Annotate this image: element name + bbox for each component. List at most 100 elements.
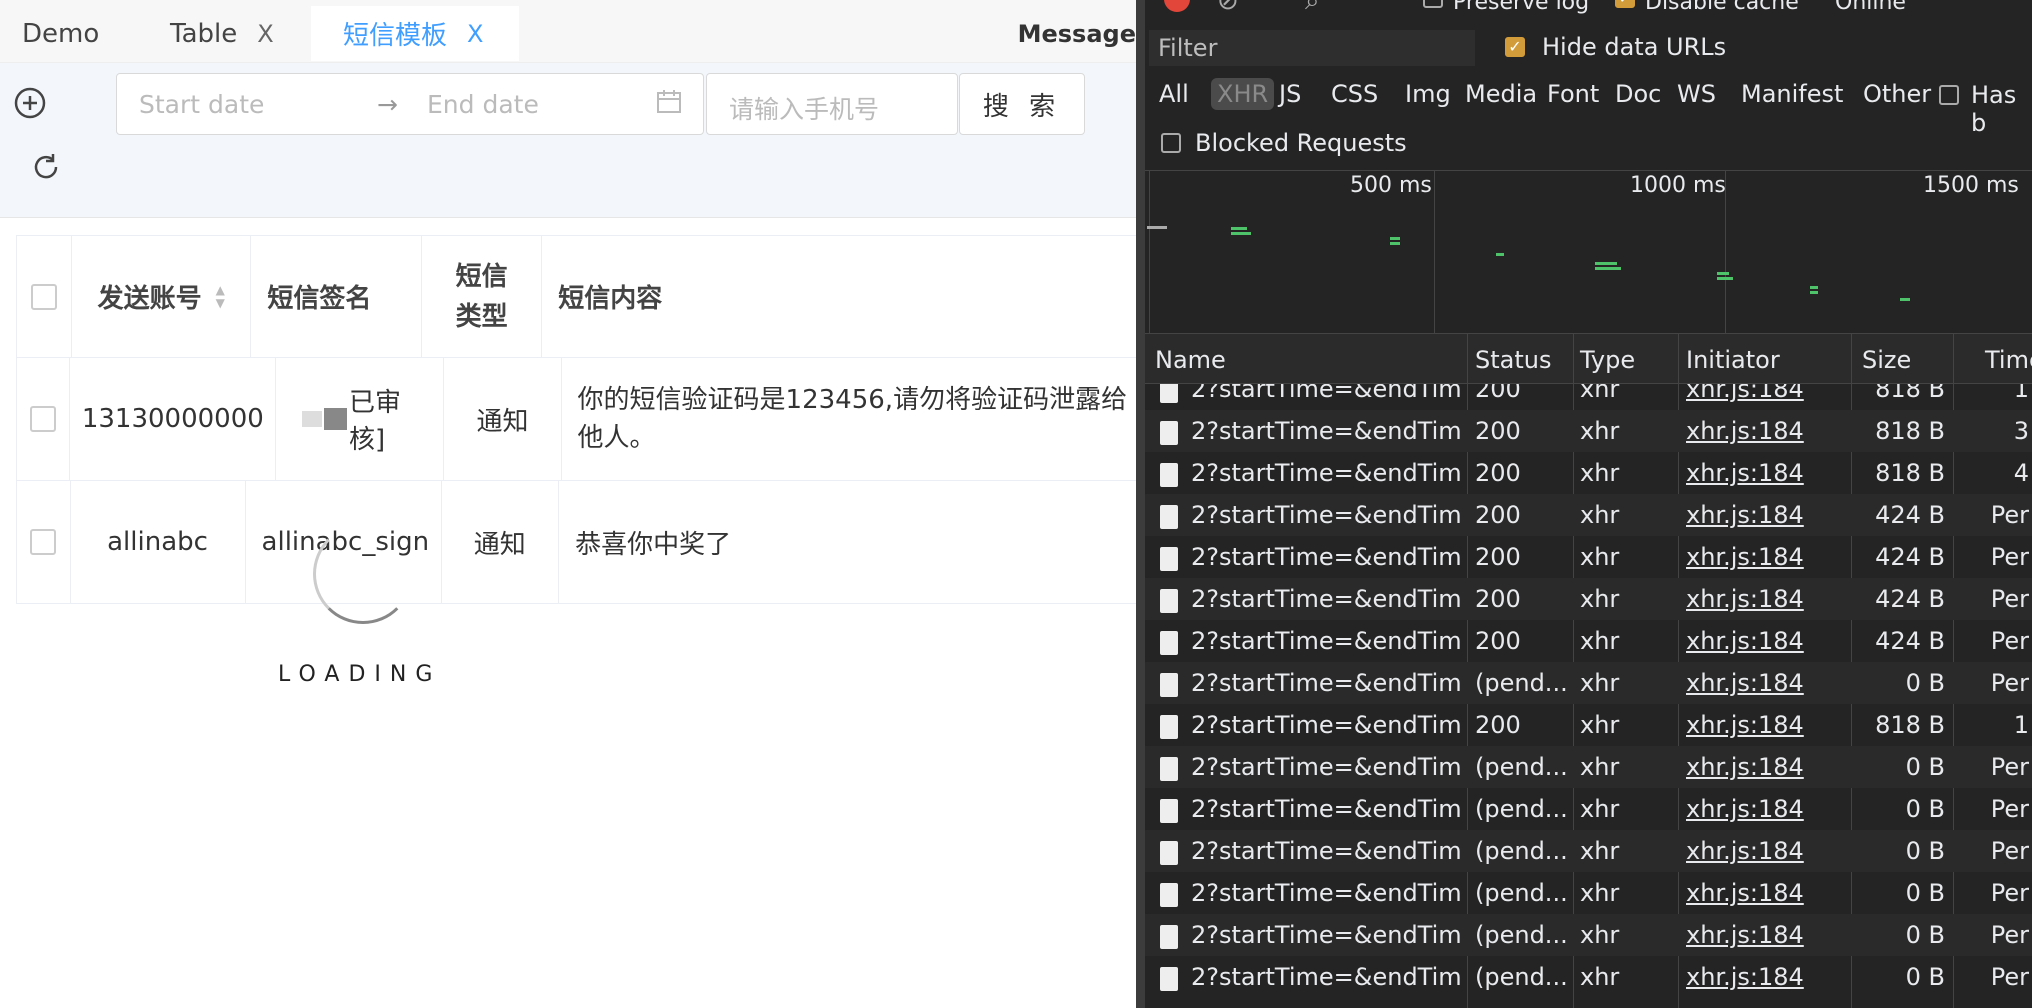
select-all-checkbox[interactable] — [31, 283, 58, 310]
file-icon — [1160, 967, 1178, 991]
header-account[interactable]: 发送账号 ▲ ▼ — [72, 236, 252, 357]
request-initiator-link[interactable]: xhr.js:184 — [1686, 921, 1846, 949]
col-time[interactable]: Time — [1985, 346, 2032, 374]
account-cell: allinabc — [71, 481, 246, 603]
table-header-row: 发送账号 ▲ ▼ 短信签名 短信类型 短信内容 — [17, 236, 1136, 358]
phone-input[interactable]: 请输入手机号 — [706, 73, 958, 135]
type-filter-font[interactable]: Font — [1547, 80, 1599, 108]
disable-cache-checkbox[interactable]: ✓ — [1615, 0, 1635, 8]
request-row[interactable]: 2?startTime=&endTim... 200 xhr xhr.js:184 42… — [1145, 620, 2032, 662]
timeline-tick: 1500 ms — [1923, 173, 2019, 198]
filter-input[interactable]: Filter — [1149, 30, 1475, 66]
app-pane: Demo Table X 短信模板 X Message Start date →… — [0, 0, 1136, 1008]
request-row[interactable]: 2?startTime=&endTim... 200 xhr xhr.js:184 81… — [1145, 384, 2032, 410]
request-initiator-link[interactable]: xhr.js:184 — [1686, 459, 1846, 487]
table-row[interactable]: allinabc allinabc_sign 通知 恭喜你中奖了 — [17, 481, 1136, 604]
request-row[interactable]: 2?startTime=&endTim... (pend... xhr xhr.js:… — [1145, 788, 2032, 830]
row-checkbox[interactable] — [30, 529, 57, 555]
add-circle-icon[interactable] — [12, 85, 48, 121]
request-initiator-link[interactable]: xhr.js:184 — [1686, 585, 1846, 613]
message-link[interactable]: Message — [1018, 20, 1136, 48]
record-icon[interactable] — [1164, 0, 1190, 12]
close-icon[interactable]: X — [257, 20, 273, 48]
tab-label: Demo — [22, 18, 100, 49]
request-row[interactable]: 2?startTime=&endTim... 200 xhr xhr.js:184 81… — [1145, 704, 2032, 746]
blocked-requests-checkbox[interactable] — [1161, 133, 1181, 153]
refresh-icon[interactable] — [28, 149, 64, 185]
request-type: xhr — [1580, 384, 1620, 403]
request-row[interactable]: 2?startTime=&endTim... 200 xhr xhr.js:184 42… — [1145, 578, 2032, 620]
type-filter-img[interactable]: Img — [1405, 80, 1451, 108]
request-time: 3 — [2013, 417, 2029, 445]
request-initiator-link[interactable]: xhr.js:184 — [1686, 627, 1846, 655]
request-row[interactable]: 2?startTime=&endTim... (pend... xhr xhr.js:… — [1145, 746, 2032, 788]
col-size[interactable]: Size — [1862, 346, 1911, 374]
waterfall-bar — [1390, 242, 1400, 245]
request-size: 424 B — [1875, 501, 1945, 529]
devtools-toolbar: ⊘ ⌕ Preserve log ✓ Disable cache Online — [1145, 0, 2032, 22]
has-blocked-cookies-checkbox[interactable] — [1939, 85, 1959, 105]
request-table-header: Name Status Type Initiator Size Time — [1145, 334, 2032, 384]
request-initiator-link[interactable]: xhr.js:184 — [1686, 417, 1846, 445]
tab-demo[interactable]: Demo — [22, 6, 99, 61]
request-time: Per — [1990, 921, 2029, 949]
hide-data-urls-checkbox[interactable]: ✓ — [1505, 37, 1525, 57]
request-row[interactable]: 2?startTime=&endTim... 200 xhr xhr.js:184 42… — [1145, 494, 2032, 536]
type-filter-doc[interactable]: Doc — [1615, 80, 1661, 108]
col-initiator[interactable]: Initiator — [1686, 346, 1780, 374]
col-status[interactable]: Status — [1475, 346, 1551, 374]
request-row[interactable]: 2?startTime=&endTim... 200 xhr xhr.js:184 81… — [1145, 452, 2032, 494]
request-initiator-link[interactable]: xhr.js:184 — [1686, 501, 1846, 529]
type-filter-ws[interactable]: WS — [1677, 80, 1716, 108]
type-filter-js[interactable]: JS — [1279, 80, 1301, 108]
search-icon[interactable]: ⌕ — [1305, 0, 1320, 17]
type-filter-all[interactable]: All — [1159, 80, 1189, 108]
tab-table[interactable]: Table X — [138, 6, 302, 61]
request-initiator-link[interactable]: xhr.js:184 — [1686, 384, 1846, 403]
type-filter-manifest[interactable]: Manifest — [1741, 80, 1843, 108]
request-row[interactable]: 2?startTime=&endTim... 200 xhr xhr.js:184 42… — [1145, 536, 2032, 578]
search-button[interactable]: 搜 索 — [959, 73, 1085, 135]
row-checkbox[interactable] — [30, 406, 57, 432]
request-time: 1 — [2013, 384, 2029, 403]
type-filter-other[interactable]: Other — [1863, 80, 1931, 108]
tab-sms-template[interactable]: 短信模板 X — [311, 6, 519, 61]
request-initiator-link[interactable]: xhr.js:184 — [1686, 963, 1846, 991]
request-size: 0 B — [1905, 963, 1945, 991]
col-type[interactable]: Type — [1580, 346, 1635, 374]
request-initiator-link[interactable]: xhr.js:184 — [1686, 669, 1846, 697]
request-initiator-link[interactable]: xhr.js:184 — [1686, 837, 1846, 865]
request-row[interactable]: 2?startTime=&endTim... 200 xhr xhr.js:184 81… — [1145, 410, 2032, 452]
date-range-picker[interactable]: Start date → End date — [116, 73, 704, 135]
network-timeline[interactable]: 500 ms 1000 ms 1500 ms — [1145, 170, 2032, 335]
calendar-icon[interactable] — [655, 88, 683, 122]
clear-icon[interactable]: ⊘ — [1217, 0, 1239, 16]
request-initiator-link[interactable]: xhr.js:184 — [1686, 543, 1846, 571]
request-time: Per — [1990, 795, 2029, 823]
header-label: 发送账号 — [97, 284, 202, 314]
end-date-input[interactable]: End date — [427, 90, 539, 119]
request-initiator-link[interactable]: xhr.js:184 — [1686, 711, 1846, 739]
type-filter-css[interactable]: CSS — [1331, 80, 1378, 108]
close-icon[interactable]: X — [467, 20, 483, 48]
request-row[interactable]: 2?startTime=&endTim... (pend... xhr xhr.js:… — [1145, 956, 2032, 998]
pane-divider[interactable] — [1136, 0, 1145, 1008]
throttle-select[interactable]: Online — [1835, 0, 1906, 15]
request-row[interactable]: 2?startTime=&endTim... (pend... xhr xhr.js:… — [1145, 914, 2032, 956]
preserve-log-checkbox[interactable] — [1423, 0, 1443, 8]
request-size: 424 B — [1875, 585, 1945, 613]
request-time: 4 — [2013, 459, 2029, 487]
request-row[interactable]: 2?startTime=&endTim... (pend... xhr xhr.js:… — [1145, 662, 2032, 704]
start-date-input[interactable]: Start date — [139, 90, 264, 119]
type-filter-media[interactable]: Media — [1465, 80, 1537, 108]
col-name[interactable]: Name — [1155, 346, 1226, 374]
table-row[interactable]: 13130000000 已审核] 通知 你的短信验证码是123456,请勿将验证… — [17, 358, 1136, 481]
request-initiator-link[interactable]: xhr.js:184 — [1686, 879, 1846, 907]
request-initiator-link[interactable]: xhr.js:184 — [1686, 753, 1846, 781]
request-row[interactable]: 2?startTime=&endTim... (pend... xhr xhr.js:… — [1145, 872, 2032, 914]
type-filter-xhr[interactable]: XHR — [1211, 78, 1275, 110]
request-initiator-link[interactable]: xhr.js:184 — [1686, 795, 1846, 823]
request-row[interactable]: 2?startTime=&endTim... (pend... xhr xhr.js:… — [1145, 830, 2032, 872]
sort-icon[interactable]: ▲ ▼ — [216, 283, 225, 310]
request-time: Per — [1990, 669, 2029, 697]
